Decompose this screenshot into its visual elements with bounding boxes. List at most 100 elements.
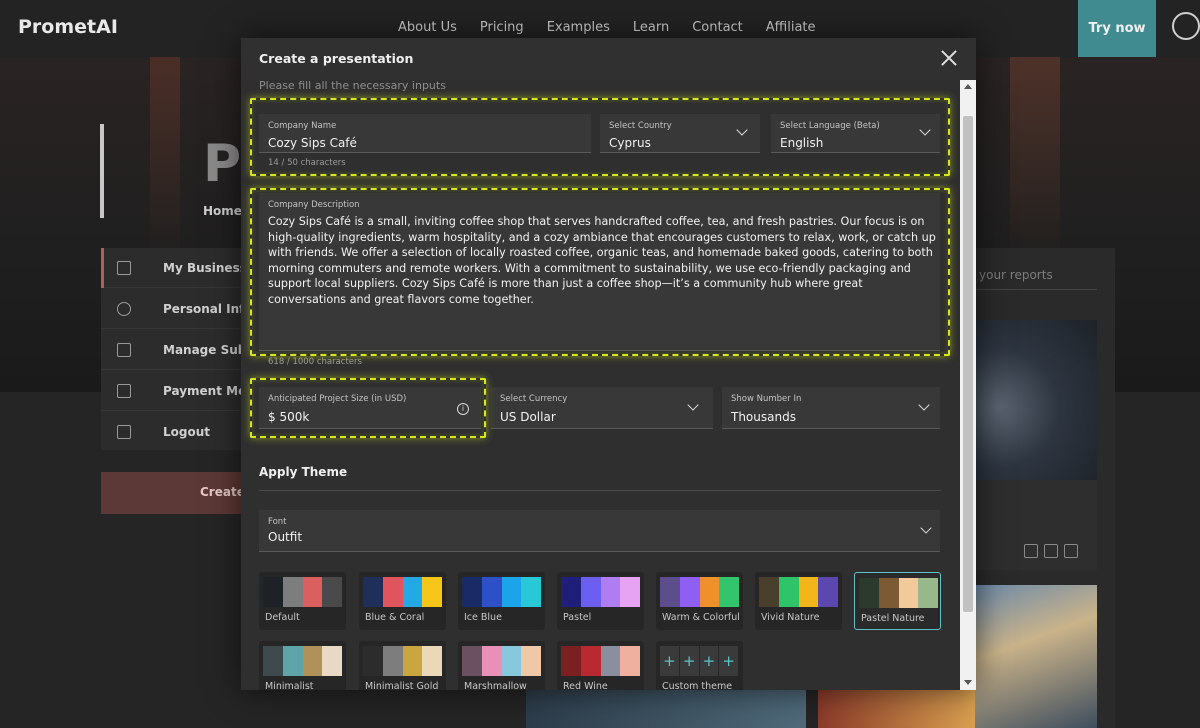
swatch — [501, 577, 522, 607]
nav-link-about[interactable]: About Us — [398, 20, 457, 35]
theme-swatches — [263, 646, 342, 676]
field-label: Company Name — [268, 121, 337, 131]
swatch — [302, 577, 323, 607]
field-label: Show Number In — [731, 394, 802, 404]
field-label: Font — [268, 517, 287, 527]
theme-minimalist[interactable]: Minimalist — [259, 641, 346, 690]
swatch — [561, 577, 581, 607]
company-description-value: Cozy Sips Café is a small, inviting coff… — [268, 215, 936, 306]
swatch — [402, 646, 423, 676]
nav-link-affiliate[interactable]: Affiliate — [766, 20, 816, 35]
swatch — [382, 577, 403, 607]
theme-pastel[interactable]: Pastel — [557, 572, 644, 630]
nav-link-learn[interactable]: Learn — [633, 20, 669, 35]
add-color-icon[interactable]: + — [699, 646, 719, 676]
modal-scrollbar[interactable] — [960, 80, 976, 690]
swatch — [422, 577, 442, 607]
company-name-counter: 14 / 50 characters — [268, 158, 346, 168]
custom-theme-swatches: + + + + — [660, 646, 739, 676]
swatch — [798, 577, 819, 607]
company-name-value: Cozy Sips Café — [268, 136, 357, 150]
theme-swatches — [462, 577, 541, 607]
project-size-field[interactable]: Anticipated Project Size (in USD) $ 500k… — [259, 387, 481, 429]
chevron-down-icon — [918, 399, 930, 411]
delete-icon[interactable] — [1064, 544, 1078, 558]
sidebar-item-payment-methods[interactable]: Payment Meth — [101, 371, 260, 411]
swatch — [481, 646, 502, 676]
user-icon — [117, 302, 131, 316]
company-description-field[interactable]: Company Description Cozy Sips Café is a … — [259, 193, 940, 351]
report-thumbnail[interactable] — [975, 585, 1097, 728]
report-thumbnail[interactable] — [526, 688, 806, 728]
currency-select[interactable]: Select Currency US Dollar — [491, 387, 713, 429]
swatch — [501, 646, 522, 676]
sidebar-item-personal-info[interactable]: Personal Infor — [101, 289, 259, 329]
download-icon[interactable] — [1024, 544, 1038, 558]
swatch — [580, 577, 601, 607]
add-color-icon[interactable]: + — [679, 646, 699, 676]
theme-custom[interactable]: + + + + Custom theme — [656, 641, 743, 690]
create-button[interactable]: Create — [101, 472, 245, 514]
chevron-down-icon — [687, 399, 699, 411]
share-icon[interactable] — [1044, 544, 1058, 558]
add-color-icon[interactable]: + — [660, 646, 679, 676]
language-select[interactable]: Select Language (Beta) English — [771, 114, 940, 153]
field-label: Company Description — [268, 200, 360, 210]
scrollbar-thumb[interactable] — [963, 116, 973, 612]
theme-blue-coral[interactable]: Blue & Coral — [359, 572, 446, 630]
swatch — [620, 577, 640, 607]
theme-pastel-nature[interactable]: Pastel Nature — [854, 572, 941, 630]
report-thumbnail[interactable] — [818, 688, 975, 728]
country-select[interactable]: Select Country Cyprus — [600, 114, 760, 153]
swatch — [660, 577, 680, 607]
nav-link-contact[interactable]: Contact — [692, 20, 743, 35]
user-account-icon[interactable] — [1172, 12, 1200, 40]
chevron-down-icon — [736, 124, 748, 136]
try-now-button[interactable]: Try now — [1078, 0, 1156, 57]
theme-name: Red Wine — [563, 681, 608, 690]
theme-red-wine[interactable]: Red Wine — [557, 641, 644, 690]
close-icon[interactable] — [939, 48, 959, 68]
field-label: Select Country — [609, 121, 672, 131]
theme-minimalist-gold[interactable]: Minimalist Gold — [359, 641, 446, 690]
theme-ice-blue[interactable]: Ice Blue — [458, 572, 545, 630]
swatch — [759, 577, 779, 607]
info-icon[interactable]: i — [457, 403, 469, 415]
report-thumbnail[interactable] — [975, 320, 1097, 480]
theme-name: Warm & Colorful — [662, 612, 740, 623]
scroll-down-icon[interactable] — [964, 680, 972, 685]
swatch — [402, 577, 423, 607]
show-number-select[interactable]: Show Number In Thousands — [722, 387, 940, 429]
apply-theme-heading: Apply Theme — [259, 465, 348, 479]
language-value: English — [780, 136, 824, 150]
sidebar-item-my-business[interactable]: My Business P — [101, 248, 260, 288]
sidebar-item-manage-subscription[interactable]: Manage Subsc — [101, 330, 261, 370]
breadcrumb-home[interactable]: Home — [203, 204, 242, 218]
briefcase-icon — [117, 261, 131, 275]
card-icon — [117, 343, 131, 357]
reports-search-input[interactable]: your reports — [975, 262, 1097, 290]
project-size-value: $ 500k — [268, 410, 310, 424]
theme-swatches — [660, 577, 739, 607]
theme-default[interactable]: Default — [259, 572, 346, 630]
add-color-icon[interactable]: + — [719, 646, 738, 676]
nav-link-pricing[interactable]: Pricing — [480, 20, 524, 35]
nav-link-examples[interactable]: Examples — [547, 20, 610, 35]
theme-warm-colorful[interactable]: Warm & Colorful — [656, 572, 743, 630]
sidebar-item-logout[interactable]: Logout — [101, 412, 241, 452]
theme-name: Marshmallow — [464, 681, 527, 690]
field-label: Select Language (Beta) — [780, 121, 880, 131]
swatch — [778, 577, 799, 607]
theme-marshmallow[interactable]: Marshmallow — [458, 641, 545, 690]
scroll-up-icon[interactable] — [964, 84, 972, 89]
theme-swatches — [363, 577, 442, 607]
brand-logo[interactable]: PrometAI — [18, 16, 118, 38]
font-select[interactable]: Font Outfit — [259, 510, 940, 552]
theme-vivid-nature[interactable]: Vivid Nature — [755, 572, 842, 630]
swatch — [679, 577, 700, 607]
chevron-down-icon — [920, 522, 932, 534]
swatch — [878, 578, 899, 608]
company-name-field[interactable]: Company Name Cozy Sips Café — [259, 114, 591, 153]
theme-swatches — [462, 646, 541, 676]
swatch — [322, 646, 342, 676]
